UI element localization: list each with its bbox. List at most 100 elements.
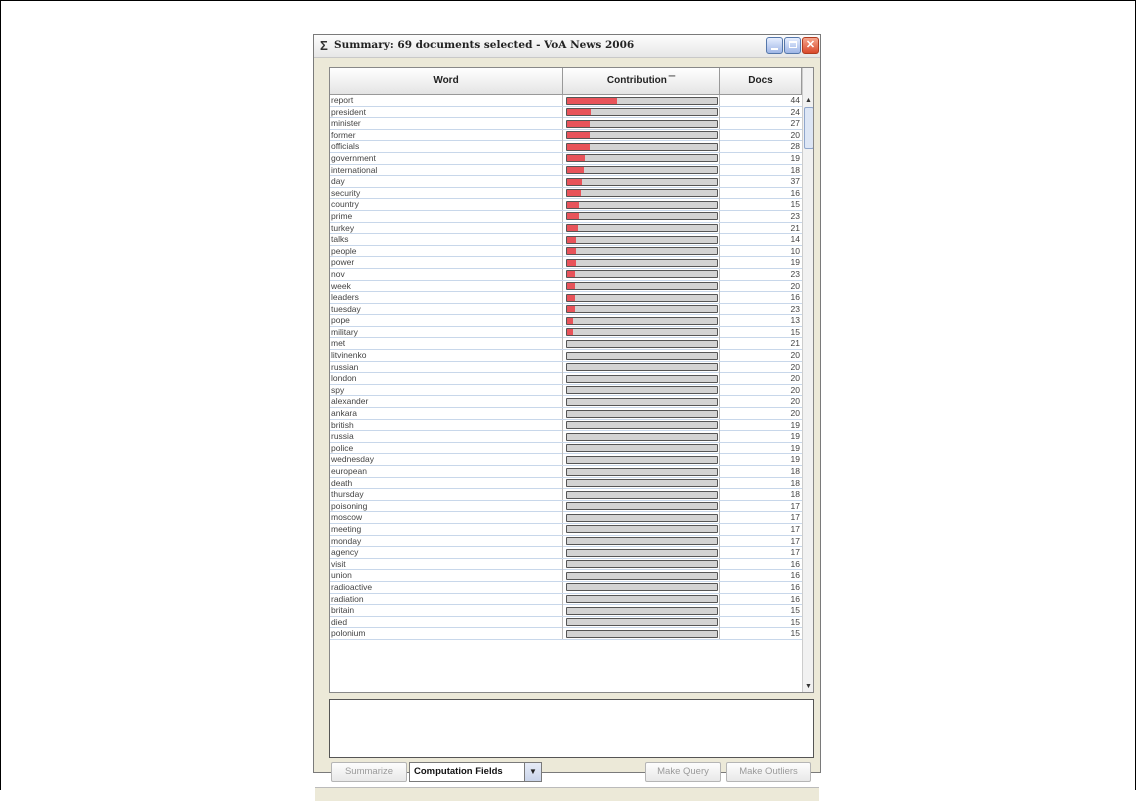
table-row[interactable]: police 19 <box>330 442 802 455</box>
word-cell: president <box>331 106 563 118</box>
summary-text-area[interactable] <box>329 699 814 758</box>
contribution-bar-fill <box>567 97 617 104</box>
table-row[interactable]: russian 20 <box>330 361 802 374</box>
table-row[interactable]: officials 28 <box>330 141 802 153</box>
table-row[interactable]: thursday 18 <box>330 489 802 501</box>
word-cell: european <box>331 466 563 477</box>
table-row[interactable]: radioactive 16 <box>330 581 802 594</box>
contribution-bar-fill <box>567 132 590 139</box>
title-bar[interactable]: Σ Summary: 69 documents selected - VoA N… <box>314 35 820 58</box>
docs-cell: 20 <box>790 361 800 372</box>
table-row[interactable]: spy 20 <box>330 384 802 397</box>
table-row[interactable]: prime 23 <box>330 210 802 223</box>
table-row[interactable]: power 19 <box>330 257 802 269</box>
table-row[interactable]: poisoning 17 <box>330 500 802 513</box>
make-query-button[interactable]: Make Query <box>645 762 721 782</box>
contribution-bar-fill <box>567 329 573 336</box>
table-row[interactable]: litvinenko 20 <box>330 350 802 362</box>
table-body: report 44 president 24 minister 27 former 20 off… <box>330 95 802 692</box>
table-row[interactable]: international 18 <box>330 164 802 177</box>
maximize-button[interactable] <box>784 37 801 54</box>
contribution-bar-fill <box>567 190 581 197</box>
word-cell: wednesday <box>331 454 563 466</box>
summarize-button[interactable]: Summarize <box>331 762 407 782</box>
docs-cell: 18 <box>790 477 800 488</box>
word-cell: former <box>331 129 563 141</box>
contribution-bar-fill <box>567 259 576 266</box>
contribution-bar-track <box>566 142 718 151</box>
docs-cell: 20 <box>790 280 800 291</box>
contribution-bar-track <box>566 629 718 638</box>
table-row[interactable]: monday 17 <box>330 535 802 548</box>
table-row[interactable]: met 21 <box>330 338 802 351</box>
table-row[interactable]: security 16 <box>330 187 802 200</box>
word-cell: litvinenko <box>331 350 563 362</box>
word-cell: country <box>331 199 563 211</box>
table-row[interactable]: leaders 16 <box>330 292 802 304</box>
table-row[interactable]: people 10 <box>330 245 802 258</box>
dropdown-selected-value: Computation Fields <box>414 766 503 777</box>
minimize-button[interactable] <box>766 37 783 54</box>
contribution-bar-track <box>566 548 718 557</box>
column-header-docs[interactable]: Docs <box>720 68 802 94</box>
column-header-word[interactable]: Word <box>330 68 563 94</box>
table-row[interactable]: moscow 17 <box>330 512 802 524</box>
table-row[interactable]: london 20 <box>330 373 802 385</box>
table-row[interactable]: pope 13 <box>330 315 802 327</box>
table-row[interactable]: death 18 <box>330 477 802 490</box>
table-row[interactable]: agency 17 <box>330 547 802 559</box>
table-header: Word Contribution ▔ Docs <box>330 68 802 95</box>
table-row[interactable]: day 37 <box>330 176 802 188</box>
contribution-bar-track <box>566 397 718 406</box>
docs-cell: 37 <box>790 176 800 187</box>
table-row[interactable]: nov 23 <box>330 268 802 281</box>
table-row[interactable]: ankara 20 <box>330 408 802 420</box>
computation-fields-dropdown[interactable]: Computation Fields ▼ <box>409 762 542 782</box>
contribution-bar-track <box>566 305 718 314</box>
contribution-bar-track <box>566 513 718 522</box>
table-row[interactable]: minister 27 <box>330 118 802 130</box>
scroll-thumb[interactable] <box>804 107 813 149</box>
table-row[interactable]: country 15 <box>330 199 802 211</box>
table-row[interactable]: turkey 21 <box>330 222 802 235</box>
word-cell: talks <box>331 234 563 246</box>
contribution-bar-track <box>566 525 718 534</box>
docs-cell: 16 <box>790 570 800 581</box>
word-cell: thursday <box>331 489 563 501</box>
table-row[interactable]: government 19 <box>330 152 802 165</box>
vertical-scrollbar[interactable]: ▲ ▼ <box>802 68 813 692</box>
table-row[interactable]: died 15 <box>330 616 802 629</box>
scroll-down-arrow-icon[interactable]: ▼ <box>803 681 813 692</box>
table-row[interactable]: polonium 15 <box>330 628 802 640</box>
table-row[interactable]: russia 19 <box>330 431 802 443</box>
table-row[interactable]: week 20 <box>330 280 802 293</box>
table-row[interactable]: visit 16 <box>330 558 802 571</box>
docs-cell: 20 <box>790 373 800 384</box>
make-outliers-button[interactable]: Make Outliers <box>726 762 811 782</box>
table-row[interactable]: former 20 <box>330 129 802 142</box>
table-row[interactable]: wednesday 19 <box>330 454 802 466</box>
docs-cell: 15 <box>790 605 800 616</box>
chevron-down-icon[interactable]: ▼ <box>524 763 541 781</box>
word-cell: officials <box>331 141 563 153</box>
contribution-bar-track <box>566 479 718 488</box>
table-row[interactable]: britain 15 <box>330 605 802 617</box>
contribution-cell <box>563 361 720 373</box>
table-row[interactable]: talks 14 <box>330 234 802 246</box>
docs-cell: 10 <box>790 245 800 256</box>
table-row[interactable]: tuesday 23 <box>330 303 802 316</box>
table-row[interactable]: radiation 16 <box>330 593 802 606</box>
table-row[interactable]: european 18 <box>330 466 802 478</box>
table-row[interactable]: report 44 <box>330 95 802 107</box>
close-button[interactable]: ✕ <box>802 37 819 54</box>
scroll-up-arrow-icon[interactable]: ▲ <box>803 95 813 106</box>
table-row[interactable]: military 15 <box>330 326 802 339</box>
table-row[interactable]: alexander 20 <box>330 396 802 409</box>
table-row[interactable]: union 16 <box>330 570 802 582</box>
table-row[interactable]: president 24 <box>330 106 802 119</box>
docs-cell: 16 <box>790 593 800 604</box>
contribution-bar-track <box>566 618 718 627</box>
column-header-contribution[interactable]: Contribution ▔ <box>563 68 720 94</box>
table-row[interactable]: meeting 17 <box>330 523 802 536</box>
table-row[interactable]: british 19 <box>330 419 802 432</box>
